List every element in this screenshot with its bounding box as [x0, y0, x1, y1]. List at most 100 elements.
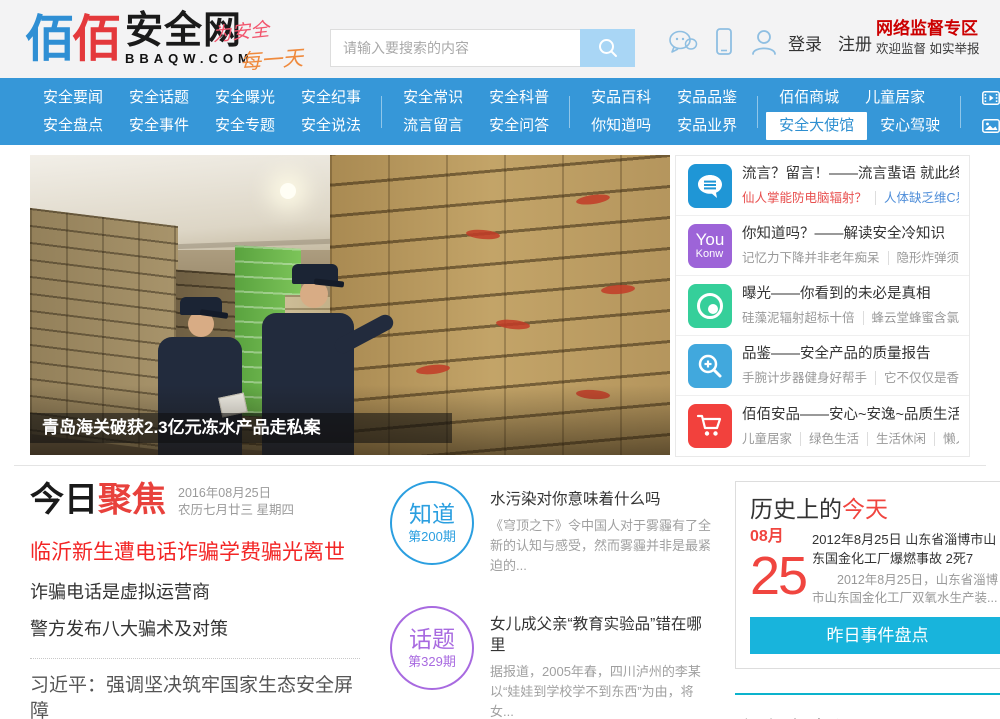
- today-focus-column: 今日聚焦 2016年08月25日 农历七月廿三 星期四 临沂新生遭电话诈骗学费骗…: [30, 481, 360, 719]
- feature-link[interactable]: 儿童居家: [742, 432, 792, 446]
- feature-title: 曝光——你看到的未必是真相: [742, 286, 931, 302]
- nav-item[interactable]: 安全要闻: [30, 84, 116, 112]
- nav-group-security-news: 安全要闻 安全话题 安全曝光 安全纪事 安全盘点 安全事件 安全专题 安全说法: [22, 84, 383, 140]
- logo-slogan: 为安全 每一天: [211, 14, 332, 75]
- supervision-title: 网络监督专区: [876, 19, 978, 38]
- nav-item[interactable]: 安全盘点: [30, 112, 116, 140]
- nav-group-media: 视频 图库: [961, 84, 1000, 140]
- nav-item-video[interactable]: 视频: [969, 84, 1000, 112]
- nav-item[interactable]: 安全纪事: [288, 84, 374, 112]
- history-today-box: 历史上的今天 08月 25 2012年8月25日 山东省淄博市山东国金化工厂爆燃…: [735, 481, 1000, 669]
- feature-title: 你知道吗？——解读安全冷知识: [742, 226, 945, 242]
- feature-links: 记忆力下降并非老年痴呆隐形炸弹须当心: [742, 247, 959, 266]
- focus-subline[interactable]: 诈骗电话是虚拟运营商: [30, 580, 360, 604]
- list-item-zhidao[interactable]: 知道 第200期 水污染对你意味着什么吗 《穹顶之下》令中国人对于雾霾有了全新的认…: [390, 481, 715, 576]
- feature-link[interactable]: 记忆力下降并非老年痴呆: [742, 251, 880, 265]
- feature-link[interactable]: 蜂云堂蜂蜜含氯霉素: [862, 311, 959, 325]
- nav-item[interactable]: 安品业界: [664, 112, 750, 140]
- item-title[interactable]: 女儿成父亲“教育实验品”错在哪里: [490, 614, 715, 656]
- cart-icon: [688, 404, 732, 448]
- search-input[interactable]: [330, 29, 580, 67]
- feature-link[interactable]: 隐形炸弹须当心: [887, 251, 959, 265]
- supervision-zone[interactable]: 网络监督专区 欢迎监督 如实举报: [876, 17, 979, 57]
- feature-link[interactable]: 仙人掌能防电脑辐射？: [742, 191, 867, 205]
- feature-shop[interactable]: 佰佰安品——安心~安逸~品质生活 儿童居家绿色生活生活休闲懒人生活: [676, 396, 969, 456]
- feature-you-know[interactable]: YouKonw 你知道吗？——解读安全冷知识 记忆力下降并非老年痴呆隐形炸弹须当…: [676, 216, 969, 276]
- nav-item[interactable]: 安全话题: [116, 84, 202, 112]
- feature-sidebar: 流言？留言！——流言蜚语 就此终结 仙人掌能防电脑辐射？ 人体缺乏维C易患癌 Yo…: [675, 155, 970, 457]
- nav-item-highlighted[interactable]: 安全大使馆: [766, 111, 868, 140]
- nav-item[interactable]: 安品品鉴: [664, 84, 750, 112]
- today-focus-title: 今日聚焦: [30, 481, 166, 519]
- slogan-line2: 每一天: [239, 46, 304, 75]
- mobile-icon[interactable]: [716, 28, 732, 55]
- item-body: 据报道，2005年春，四川泸州的李某以“娃娃到学校学不到东西”为由，将女...: [490, 664, 701, 719]
- main-content: 青岛海关破获2.3亿元冻水产品走私案 流言？留言！——流言蜚语 就此终结 仙人掌…: [14, 155, 1000, 719]
- zhidao-badge: 知道 第200期: [390, 481, 474, 565]
- topics-column: 知道 第200期 水污染对你意味着什么吗 《穹顶之下》令中国人对于雾霾有了全新的认…: [390, 481, 715, 719]
- bottom-section: 今日聚焦 2016年08月25日 农历七月廿三 星期四 临沂新生遭电话诈骗学费骗…: [30, 481, 1000, 719]
- search-bar: [330, 29, 635, 67]
- nav-item[interactable]: 安全科普: [476, 84, 562, 112]
- search-icon: [598, 39, 617, 57]
- feature-link[interactable]: 懒人生活: [934, 431, 959, 446]
- supervision-subtitle: 欢迎监督 如实举报: [876, 42, 980, 56]
- list-item-huati[interactable]: 话题 第329期 女儿成父亲“教育实验品”错在哪里 据报道，2005年春，四川泸州…: [390, 606, 715, 719]
- nav-group-products: 安品百科 安品品鉴 你知道吗 安品业界: [570, 84, 759, 140]
- nav-item[interactable]: 安心驾驶: [867, 112, 953, 140]
- feature-link[interactable]: 生活休闲: [867, 431, 927, 446]
- feature-exposure[interactable]: 曝光——你看到的未必是真相 硅藻泥辐射超标十倍蜂云堂蜂蜜含氯霉素: [676, 276, 969, 336]
- nav-item[interactable]: 安全曝光: [202, 84, 288, 112]
- nav-item[interactable]: 安全问答: [476, 112, 562, 140]
- feature-links: 儿童居家绿色生活生活休闲懒人生活: [742, 428, 959, 447]
- feature-rumor[interactable]: 流言？留言！——流言蜚语 就此终结 仙人掌能防电脑辐射？ 人体缺乏维C易患癌: [676, 156, 969, 216]
- nav-item[interactable]: 安全事件: [116, 112, 202, 140]
- nav-item[interactable]: 流言留言: [390, 112, 476, 140]
- feature-link[interactable]: 绿色生活: [800, 431, 860, 446]
- user-icon[interactable]: [750, 28, 778, 55]
- nav-item[interactable]: 你知道吗: [578, 112, 664, 140]
- exposure-ring-icon: [688, 283, 732, 328]
- nav-item[interactable]: 安品百科: [578, 84, 664, 112]
- nav-item[interactable]: 儿童居家: [852, 84, 938, 112]
- auth-links: 登录 注册: [788, 30, 888, 55]
- focus-headline[interactable]: 临沂新生遭电话诈骗学费骗光离世: [30, 539, 360, 567]
- login-link[interactable]: 登录: [788, 35, 822, 54]
- focus-second-title[interactable]: 习近平：强调坚决筑牢国家生态安全屏障: [30, 673, 360, 719]
- warehouse-lamp: [280, 183, 296, 199]
- feature-link[interactable]: 它不仅仅是香水: [875, 371, 959, 385]
- feature-link[interactable]: 手腕计步器健身好帮手: [742, 371, 867, 385]
- feature-title: 品鉴——安全产品的质量报告: [742, 346, 931, 362]
- events-rule: [735, 693, 1000, 695]
- history-event-title[interactable]: 2012年8月25日 山东省淄博市山东国金化工厂爆燃事故 2死7: [812, 530, 1000, 568]
- history-date: 08月 25: [750, 526, 812, 607]
- major-events-title: 安全大事件: [735, 711, 1000, 719]
- you-know-icon: You Konw: [688, 223, 732, 268]
- focus-subline[interactable]: 警方发布八大骗术及对策: [30, 617, 360, 641]
- feature-links: 手腕计步器健身好帮手它不仅仅是香水: [742, 367, 959, 386]
- nav-item-gallery[interactable]: 图库: [969, 112, 1000, 140]
- search-button[interactable]: [580, 29, 635, 67]
- feature-links: 仙人掌能防电脑辐射？ 人体缺乏维C易患癌: [742, 187, 959, 206]
- nav-item[interactable]: 安全常识: [390, 84, 476, 112]
- feature-review[interactable]: 品鉴——安全产品的质量报告 手腕计步器健身好帮手它不仅仅是香水: [676, 336, 969, 396]
- register-link[interactable]: 注册: [838, 35, 872, 54]
- item-body: 《穹顶之下》令中国人对于雾霾有了全新的认知与感受，然而雾霾并非是最紧迫的...: [490, 518, 712, 573]
- gallery-icon: [982, 118, 1000, 133]
- logo-bai-1: 佰: [25, 11, 75, 67]
- hero-news-image[interactable]: 青岛海关破获2.3亿元冻水产品走私案: [30, 155, 670, 455]
- today-date: 2016年08月25日 农历七月廿三 星期四: [178, 486, 294, 517]
- magnifier-plus-icon: [688, 343, 732, 388]
- feature-link[interactable]: 人体缺乏维C易患癌: [875, 191, 959, 205]
- nav-item[interactable]: 佰佰商城: [766, 84, 852, 112]
- feature-link[interactable]: 硅藻泥辐射超标十倍: [742, 311, 855, 325]
- header-quick-icons: [668, 28, 778, 55]
- wechat-icon[interactable]: [668, 29, 698, 55]
- feature-title: 佰佰安品——安心~安逸~品质生活: [742, 406, 959, 423]
- nav-item[interactable]: 安全专题: [202, 112, 288, 140]
- yesterday-events-button[interactable]: 昨日事件盘点: [750, 617, 1000, 654]
- nav-group-knowledge: 安全常识 安全科普 流言留言 安全问答: [382, 84, 571, 140]
- item-title[interactable]: 水污染对你意味着什么吗: [490, 489, 715, 510]
- nav-item[interactable]: 安全说法: [288, 112, 374, 140]
- hero-caption[interactable]: 青岛海关破获2.3亿元冻水产品走私案: [30, 413, 453, 443]
